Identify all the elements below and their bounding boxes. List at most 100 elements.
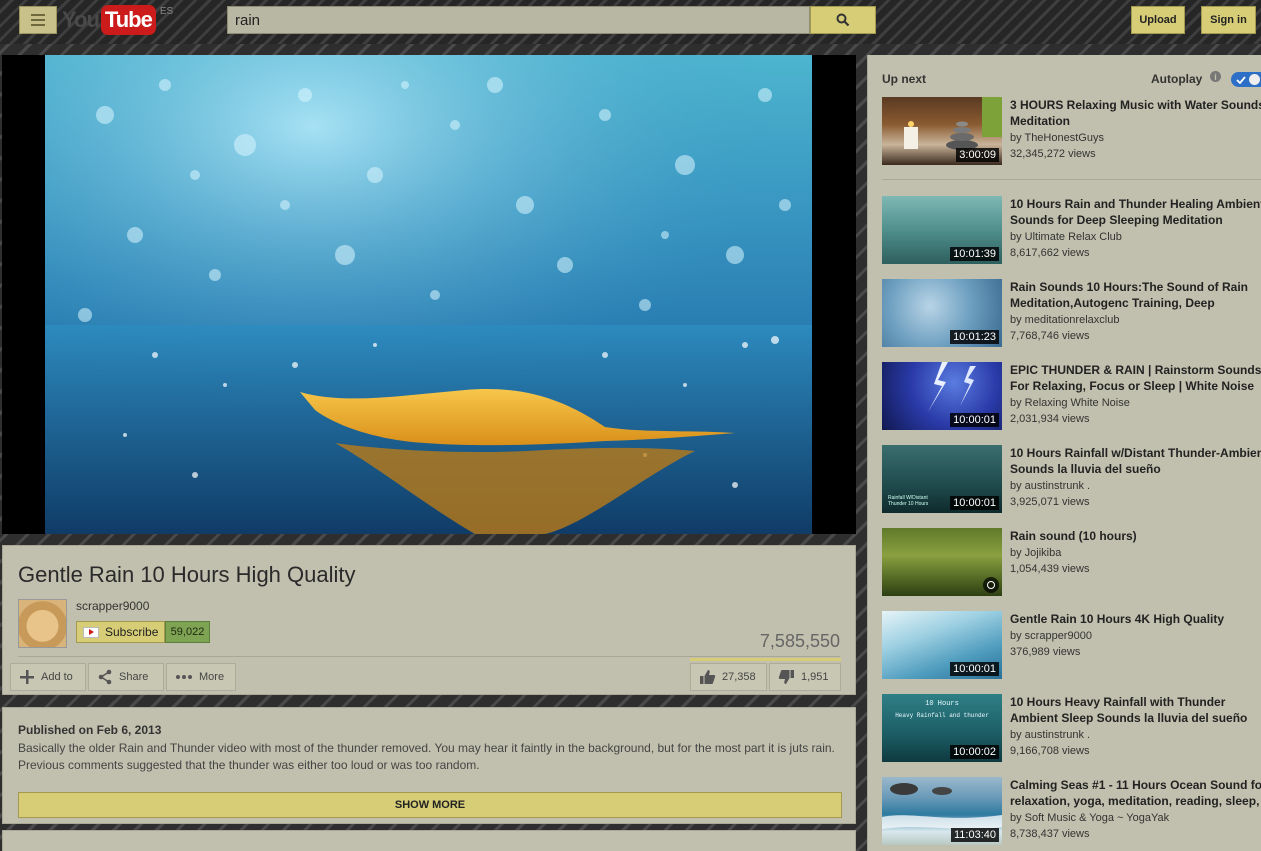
plus-icon: [20, 670, 34, 684]
video-frame[interactable]: [45, 55, 812, 534]
search-icon: [836, 13, 850, 27]
video-views: 1,054,439 views: [1010, 563, 1090, 575]
sign-in-button[interactable]: Sign in: [1201, 6, 1256, 34]
more-label: More: [199, 671, 225, 683]
thumbnail-caption-2: Heavy Rainfall and thunder: [895, 712, 989, 719]
video-thumbnail[interactable]: [882, 528, 1002, 596]
up-next-video[interactable]: Rainfall W/Distant Thunder 10 Hours 10:0…: [882, 445, 1261, 513]
video-thumbnail[interactable]: 10:01:39: [882, 196, 1002, 264]
show-more-button[interactable]: SHOW MORE: [18, 792, 842, 818]
video-title[interactable]: Rain Sounds 10 Hours:The Sound of Rain M…: [1010, 279, 1261, 311]
rain-leaf-video-image: [45, 55, 812, 534]
video-channel: by Ultimate Relax Club: [1010, 231, 1122, 243]
video-channel: by austinstrunk .: [1010, 480, 1091, 492]
subscriber-count: 59,022: [165, 621, 210, 643]
thumbnail-caption: Rainfall W/Distant Thunder 10 Hours: [888, 495, 929, 507]
video-views: 376,989 views: [1010, 646, 1081, 658]
video-thumbnail[interactable]: 10 Hours Heavy Rainfall and thunder 10:0…: [882, 694, 1002, 762]
up-next-video[interactable]: 3:00:09 3 HOURS Relaxing Music with Wate…: [882, 97, 1261, 165]
video-title[interactable]: 10 Hours Rain and Thunder Healing Ambien…: [1010, 196, 1261, 228]
up-next-video[interactable]: Rain sound (10 hours) by Jojikiba 1,054,…: [882, 528, 1261, 596]
video-views: 8,617,662 views: [1010, 247, 1090, 259]
youtube-mini-icon: [83, 626, 99, 638]
video-thumbnail[interactable]: 3:00:09: [882, 97, 1002, 165]
search-input[interactable]: [227, 6, 810, 34]
published-date: Published on Feb 6, 2013: [18, 723, 162, 737]
video-title[interactable]: Calming Seas #1 - 11 Hours Ocean Sound f…: [1010, 777, 1261, 809]
video-title[interactable]: 3 HOURS Relaxing Music with Water Sounds…: [1010, 97, 1261, 129]
video-player[interactable]: [2, 55, 856, 534]
masthead: You Tube ES Upload Sign in: [0, 0, 1261, 44]
video-duration: 11:03:40: [950, 828, 999, 842]
video-thumbnail[interactable]: 10:01:23: [882, 279, 1002, 347]
video-thumbnail[interactable]: 10:00:01: [882, 362, 1002, 430]
logo-you: You: [62, 7, 100, 32]
thumbs-up-icon: [700, 670, 716, 684]
view-count: 7,585,550: [759, 631, 840, 651]
logo-tube: Tube: [100, 5, 156, 35]
video-thumbnail[interactable]: 11:03:40: [882, 777, 1002, 845]
share-label: Share: [119, 671, 149, 683]
video-info-panel: Gentle Rain 10 Hours High Quality scrapp…: [2, 545, 856, 695]
video-title[interactable]: EPIC THUNDER & RAIN | Rainstorm Sounds F…: [1010, 362, 1261, 394]
video-channel: by Jojikiba: [1010, 547, 1062, 559]
video-channel: by Relaxing White Noise: [1010, 397, 1130, 409]
up-next-video[interactable]: 10 Hours Heavy Rainfall and thunder 10:0…: [882, 694, 1261, 762]
video-duration: 10:00:01: [950, 496, 999, 510]
autoplay-toggle[interactable]: [1231, 72, 1261, 87]
thumbs-down-icon: [778, 670, 794, 684]
up-next-video[interactable]: 10:00:01 EPIC THUNDER & RAIN | Rainstorm…: [882, 362, 1261, 430]
up-next-video[interactable]: 11:03:40 Calming Seas #1 - 11 Hours Ocea…: [882, 777, 1261, 845]
menu-icon-bar: [31, 24, 45, 26]
check-icon: [1236, 75, 1246, 84]
more-dots-icon: [176, 675, 192, 679]
video-views: 3,925,071 views: [1010, 496, 1090, 508]
watch-later-icon[interactable]: [983, 577, 999, 593]
autoplay-label: Autoplay: [1151, 72, 1203, 86]
thumbnail-caption-1: 10 Hours: [925, 700, 959, 708]
subscribe-button[interactable]: Subscribe: [76, 621, 165, 643]
video-channel: by scrapper9000: [1010, 630, 1092, 642]
info-icon[interactable]: i: [1210, 71, 1221, 82]
search-button[interactable]: [810, 6, 876, 34]
video-views: 9,166,708 views: [1010, 745, 1090, 757]
video-title[interactable]: 10 Hours Heavy Rainfall with Thunder Amb…: [1010, 694, 1261, 726]
channel-avatar[interactable]: [18, 599, 67, 648]
video-thumbnail[interactable]: Rainfall W/Distant Thunder 10 Hours 10:0…: [882, 445, 1002, 513]
video-duration: 10:00:02: [950, 745, 999, 759]
like-count: 27,358: [722, 671, 756, 683]
menu-icon-bar: [31, 14, 45, 16]
dislike-count: 1,951: [801, 671, 829, 683]
more-button[interactable]: More: [166, 663, 236, 691]
like-button[interactable]: 27,358: [690, 663, 767, 691]
video-title[interactable]: Rain sound (10 hours): [1010, 528, 1261, 544]
add-to-button[interactable]: Add to: [10, 663, 86, 691]
video-views: 7,768,746 views: [1010, 330, 1090, 342]
video-duration: 10:01:23: [950, 330, 999, 344]
divider: [18, 656, 840, 657]
video-channel: by meditationrelaxclub: [1010, 314, 1120, 326]
share-button[interactable]: Share: [88, 663, 164, 691]
video-duration: 10:00:01: [950, 413, 999, 427]
dislike-button[interactable]: 1,951: [769, 663, 841, 691]
menu-button[interactable]: [19, 6, 57, 34]
up-next-video[interactable]: 10:01:39 10 Hours Rain and Thunder Heali…: [882, 196, 1261, 264]
upload-button[interactable]: Upload: [1131, 6, 1185, 34]
video-title[interactable]: Gentle Rain 10 Hours 4K High Quality: [1010, 611, 1261, 627]
video-title[interactable]: 10 Hours Rainfall w/Distant Thunder-Ambi…: [1010, 445, 1261, 477]
video-title: Gentle Rain 10 Hours High Quality: [18, 562, 356, 587]
video-views: 2,031,934 views: [1010, 413, 1090, 425]
up-next-video[interactable]: 10:00:01 Gentle Rain 10 Hours 4K High Qu…: [882, 611, 1261, 679]
up-next-video[interactable]: 10:01:23 Rain Sounds 10 Hours:The Sound …: [882, 279, 1261, 347]
video-thumbnail[interactable]: 10:00:01: [882, 611, 1002, 679]
video-views: 8,738,437 views: [1010, 828, 1090, 840]
video-channel: by Soft Music & Yoga ~ YogaYak: [1010, 812, 1170, 824]
channel-name[interactable]: scrapper9000: [76, 599, 149, 613]
youtube-logo[interactable]: You Tube ES: [62, 4, 173, 36]
add-to-label: Add to: [41, 671, 73, 683]
video-channel: by TheHonestGuys: [1010, 132, 1104, 144]
video-channel: by austinstrunk .: [1010, 729, 1091, 741]
menu-icon-bar: [31, 19, 45, 21]
like-ratio-bar: [690, 658, 841, 661]
video-duration: 10:01:39: [950, 247, 999, 261]
